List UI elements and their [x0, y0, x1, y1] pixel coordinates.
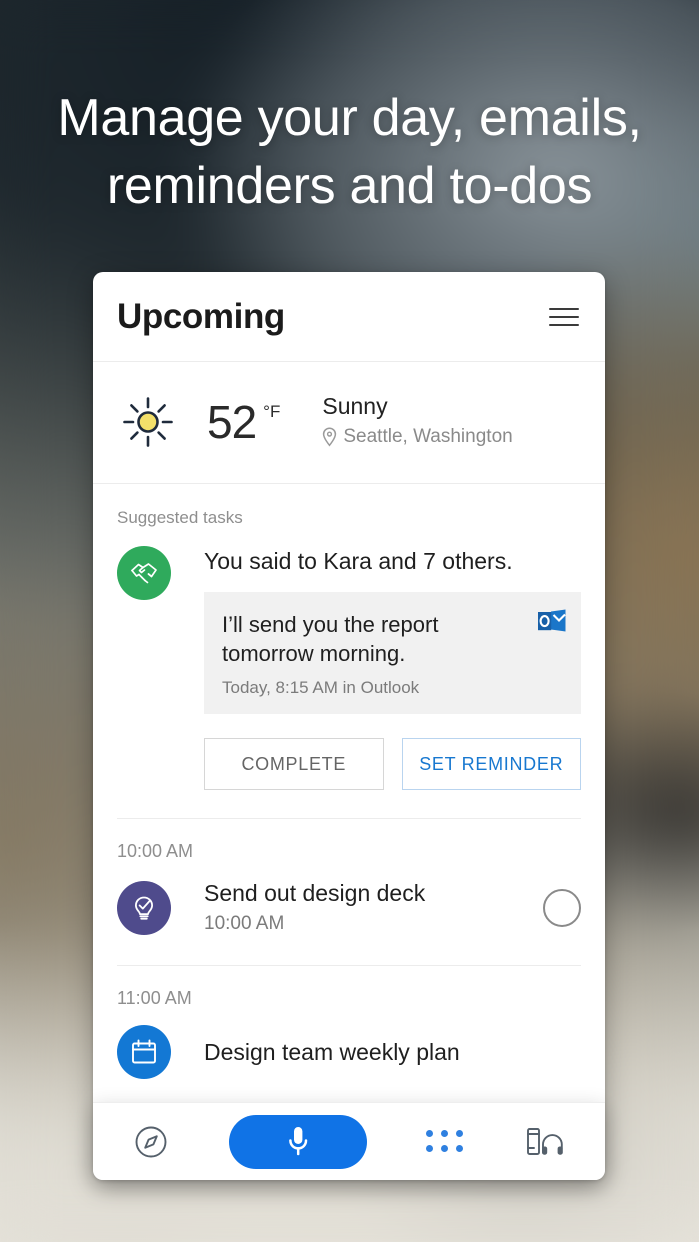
- suggested-task-actions: COMPLETE SET REMINDER: [204, 714, 581, 790]
- calendar-icon: [117, 1025, 171, 1079]
- suggested-tasks-label: Suggested tasks: [93, 484, 605, 528]
- suggested-task-content: You said to Kara and 7 others. I’ll send…: [204, 546, 581, 790]
- agenda-time-label-1: 10:00 AM: [93, 819, 605, 862]
- set-reminder-button[interactable]: SET REMINDER: [402, 738, 582, 790]
- agenda-item-2-title: Design team weekly plan: [204, 1037, 581, 1067]
- suggested-task-quote: I’ll send you the report tomorrow mornin…: [222, 610, 563, 668]
- bottom-navigation-bar: [93, 1102, 605, 1180]
- agenda-item-1[interactable]: Send out design deck 10:00 AM: [93, 862, 605, 937]
- weather-details: Sunny Seattle, Washington: [322, 392, 512, 451]
- compass-icon[interactable]: [131, 1122, 171, 1162]
- phone-headphones-icon[interactable]: [523, 1123, 567, 1161]
- card-header: Upcoming: [93, 272, 605, 362]
- agenda-time-label-2: 11:00 AM: [93, 966, 605, 1009]
- temperature-value: 52: [207, 400, 256, 444]
- agenda-item-1-title: Send out design deck: [204, 878, 543, 908]
- agenda-item-1-content: Send out design deck 10:00 AM: [204, 878, 543, 937]
- hamburger-menu-icon[interactable]: [549, 302, 579, 332]
- suggested-task-quote-box[interactable]: I’ll send you the report tomorrow mornin…: [204, 592, 581, 714]
- weather-widget[interactable]: 52 °F Sunny Seattle, Washington: [93, 362, 605, 484]
- suggested-task-item: You said to Kara and 7 others. I’ll send…: [93, 528, 605, 790]
- weather-location-row: Seattle, Washington: [322, 423, 512, 451]
- suggested-task-meta: Today, 8:15 AM in Outlook: [222, 678, 563, 698]
- agenda-item-2[interactable]: Design team weekly plan: [93, 1009, 605, 1079]
- sun-icon: [117, 396, 179, 448]
- app-card: Upcoming: [93, 272, 605, 1180]
- page-headline: Manage your day, emails, reminders and t…: [0, 84, 699, 220]
- screenshot-root: Manage your day, emails, reminders and t…: [0, 0, 699, 1242]
- microphone-icon: [286, 1123, 310, 1161]
- weather-condition: Sunny: [322, 392, 512, 420]
- six-dot-grid-icon[interactable]: [426, 1130, 465, 1154]
- agenda-item-2-content: Design team weekly plan: [204, 1037, 581, 1067]
- map-pin-icon: [322, 427, 337, 447]
- page-title: Upcoming: [117, 297, 285, 337]
- microphone-button[interactable]: [229, 1115, 367, 1169]
- unchecked-circle-icon[interactable]: [543, 889, 581, 927]
- weather-location-text: Seattle, Washington: [343, 423, 512, 451]
- complete-button[interactable]: COMPLETE: [204, 738, 384, 790]
- agenda-item-1-time: 10:00 AM: [204, 910, 543, 937]
- temperature-readout: 52 °F: [207, 400, 280, 444]
- lightbulb-check-icon: [117, 881, 171, 935]
- handshake-icon: [117, 546, 171, 600]
- suggested-task-title: You said to Kara and 7 others.: [204, 546, 581, 576]
- card-body: 52 °F Sunny Seattle, Washington Suggeste…: [93, 362, 605, 1180]
- outlook-icon: [537, 608, 567, 639]
- temperature-unit: °F: [263, 402, 280, 422]
